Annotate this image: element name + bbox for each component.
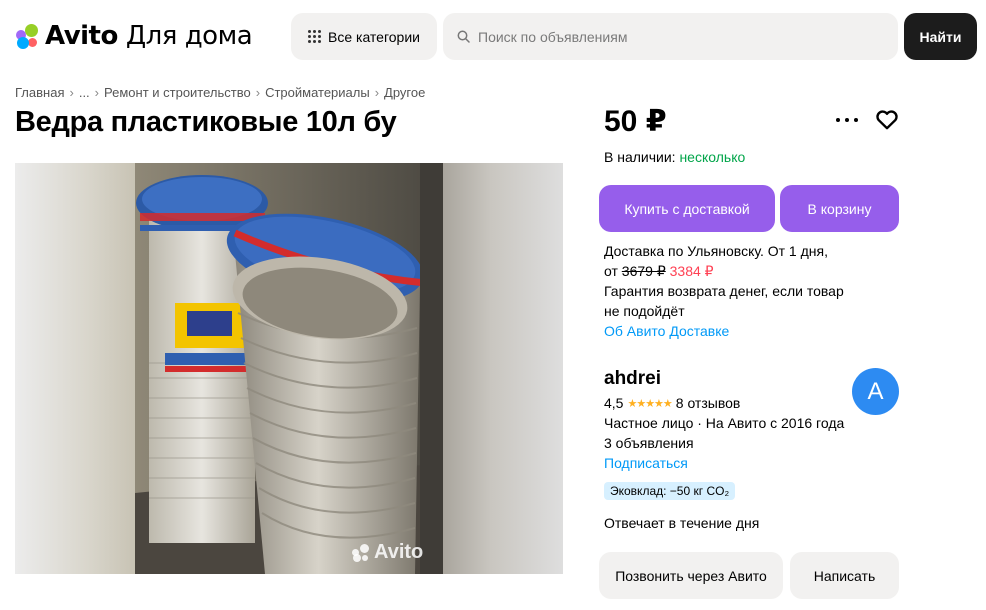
- search-bar: [443, 13, 898, 60]
- delivery-price-line: от 3679 ₽ 3384 ₽: [604, 261, 904, 281]
- listing-photo[interactable]: Avito: [15, 163, 563, 574]
- price: 50 ₽: [604, 105, 667, 138]
- guarantee-line-2: не подойдёт: [604, 303, 685, 319]
- chevron-right-icon: ›: [69, 85, 74, 100]
- delivery-new-price: 3384 ₽: [669, 263, 714, 279]
- stock-status: В наличии: несколько: [604, 149, 745, 165]
- seller-info: Частное лицо · На Авито с 2016 года 3 об…: [604, 413, 844, 473]
- watermark-text: Avito: [374, 541, 424, 563]
- star-rating-icon: ★★★★★: [627, 397, 672, 410]
- photo-watermark: Avito: [352, 541, 423, 564]
- avatar[interactable]: A: [852, 368, 899, 415]
- write-button[interactable]: Написать: [790, 552, 899, 599]
- breadcrumb: Главная › ... › Ремонт и строительство ›…: [15, 85, 425, 100]
- subscribe-link[interactable]: Подписаться: [604, 453, 844, 473]
- stock-value: несколько: [679, 149, 746, 165]
- reply-time: Отвечает в течение дня: [604, 515, 760, 531]
- add-to-cart-button[interactable]: В корзину: [780, 185, 899, 232]
- chevron-right-icon: ›: [94, 85, 100, 100]
- avito-watermark-icon: [352, 543, 370, 562]
- seller-ads-count: 3 объявления: [604, 435, 694, 451]
- photo-blur-right: [443, 163, 563, 574]
- eco-badge: Эковклад: −50 кг CO₂: [604, 482, 736, 500]
- search-icon: [457, 30, 470, 43]
- buckets-illustration: [135, 163, 443, 574]
- chevron-right-icon: ›: [255, 85, 261, 100]
- delivery-info: Доставка по Ульяновску. От 1 дня, от 367…: [604, 241, 904, 341]
- stock-label: В наличии:: [604, 149, 676, 165]
- heart-icon[interactable]: [874, 106, 900, 132]
- seller-name[interactable]: ahdrei: [604, 368, 661, 390]
- page-title: Ведра пластиковые 10л бу: [15, 106, 397, 138]
- avito-logo-icon: [15, 23, 41, 49]
- call-button[interactable]: Позвонить через Авито: [599, 552, 783, 599]
- seller-rating[interactable]: 4,5 ★★★★★ 8 отзывов: [604, 395, 740, 411]
- delivery-from: от: [604, 263, 618, 279]
- rating-value: 4,5: [604, 395, 624, 411]
- buy-with-delivery-button[interactable]: Купить с доставкой: [599, 185, 775, 232]
- seller-type: Частное лицо · На Авито с 2016 года: [604, 415, 845, 431]
- logo-subtitle: Для дома: [125, 21, 253, 51]
- photo-blur-left: [15, 163, 135, 574]
- logo-text: Avito: [45, 21, 118, 51]
- breadcrumb-repair[interactable]: Ремонт и строительство: [104, 85, 251, 100]
- delivery-line: Доставка по Ульяновску. От 1 дня,: [604, 243, 828, 259]
- chevron-right-icon: ›: [374, 85, 380, 100]
- photo-main: [135, 163, 443, 574]
- delivery-old-price: 3679 ₽: [621, 263, 666, 279]
- breadcrumb-ellipsis[interactable]: ...: [79, 85, 90, 100]
- search-input[interactable]: [478, 28, 878, 45]
- all-categories-button[interactable]: Все категории: [291, 13, 437, 60]
- all-categories-label: Все категории: [328, 28, 420, 45]
- reviews-count: 8 отзывов: [675, 395, 741, 411]
- grid-icon: [308, 30, 321, 43]
- avito-logo[interactable]: Avito Для дома: [15, 20, 253, 52]
- more-options-icon[interactable]: [836, 110, 858, 130]
- breadcrumb-home[interactable]: Главная: [15, 85, 64, 100]
- find-button[interactable]: Найти: [904, 13, 977, 60]
- guarantee-line: Гарантия возврата денег, если товар: [604, 283, 844, 299]
- breadcrumb-materials[interactable]: Стройматериалы: [265, 85, 370, 100]
- about-delivery-link[interactable]: Об Авито Доставке: [604, 321, 904, 341]
- breadcrumb-other[interactable]: Другое: [384, 85, 425, 100]
